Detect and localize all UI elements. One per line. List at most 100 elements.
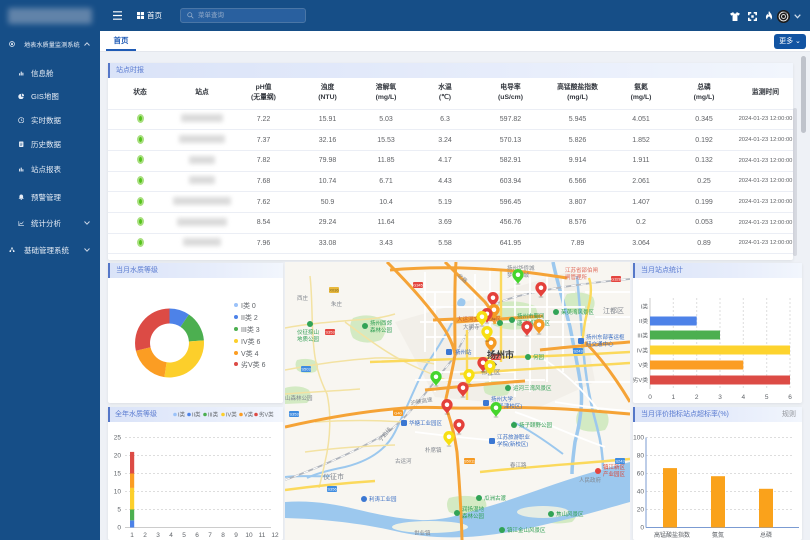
svg-text:江苏旅游职业: 江苏旅游职业 xyxy=(497,433,531,441)
svg-text:朱庄: 朱庄 xyxy=(331,300,343,308)
svg-text:10: 10 xyxy=(245,532,253,539)
svg-text:华搪工业园区: 华搪工业园区 xyxy=(409,419,443,427)
svg-text:润扬湿地: 润扬湿地 xyxy=(462,505,485,513)
svg-text:劣V类: 劣V类 xyxy=(259,411,274,419)
svg-text:运河三湾风景区: 运河三湾风景区 xyxy=(513,384,552,392)
svg-text:5: 5 xyxy=(117,507,121,514)
svg-text:6: 6 xyxy=(195,532,199,539)
svg-text:茱萸湾风景区: 茱萸湾风景区 xyxy=(561,308,595,316)
svg-text:20: 20 xyxy=(637,507,645,514)
svg-text:江苏省邵伯闸: 江苏省邵伯闸 xyxy=(565,266,598,274)
svg-text:S356: S356 xyxy=(327,487,337,492)
svg-text:11: 11 xyxy=(259,532,266,539)
svg-text:1: 1 xyxy=(671,394,675,401)
svg-text:6: 6 xyxy=(788,394,792,401)
svg-text:V类 4: V类 4 xyxy=(241,349,259,358)
svg-text:I类 0: I类 0 xyxy=(241,301,256,310)
svg-text:2: 2 xyxy=(695,394,699,401)
svg-text:0: 0 xyxy=(648,394,652,401)
svg-text:40: 40 xyxy=(637,489,645,496)
svg-text:25: 25 xyxy=(114,435,122,442)
svg-text:山森林公园: 山森林公园 xyxy=(285,394,313,402)
svg-text:10: 10 xyxy=(114,489,122,496)
svg-text:古运河: 古运河 xyxy=(395,457,412,465)
svg-text:15: 15 xyxy=(114,471,122,478)
svg-text:I类: I类 xyxy=(641,303,649,311)
svg-text:0: 0 xyxy=(117,525,121,532)
svg-text:II类: II类 xyxy=(192,411,201,419)
svg-text:产业园区: 产业园区 xyxy=(603,470,626,478)
svg-text:60: 60 xyxy=(637,471,645,478)
svg-text:X036: X036 xyxy=(329,288,339,293)
svg-text:仪征捺山: 仪征捺山 xyxy=(297,328,319,336)
svg-text:高锰酸盐指数: 高锰酸盐指数 xyxy=(654,531,690,539)
svg-text:3: 3 xyxy=(718,394,722,401)
svg-text:I类: I类 xyxy=(178,411,186,419)
svg-text:G345: G345 xyxy=(413,283,424,288)
svg-text:闸管理所: 闸管理所 xyxy=(565,273,588,281)
svg-text:大明寺: 大明寺 xyxy=(463,323,480,331)
svg-text:扬州大学: 扬州大学 xyxy=(491,395,514,403)
svg-text:IV类: IV类 xyxy=(226,411,237,419)
svg-text:100: 100 xyxy=(633,435,644,442)
svg-text:地质公园: 地质公园 xyxy=(297,335,320,343)
svg-text:4: 4 xyxy=(169,532,173,539)
svg-text:II类 2: II类 2 xyxy=(241,313,258,322)
svg-text:纽交通中心: 纽交通中心 xyxy=(586,340,614,348)
svg-text:III类: III类 xyxy=(637,332,648,340)
svg-text:V类: V类 xyxy=(638,361,648,369)
svg-text:20: 20 xyxy=(114,453,122,460)
svg-text:S243: S243 xyxy=(615,459,625,464)
svg-text:S353: S353 xyxy=(325,330,335,335)
svg-text:2: 2 xyxy=(143,532,147,539)
svg-text:80: 80 xyxy=(637,453,645,460)
svg-text:学院(新校区): 学院(新校区) xyxy=(497,440,528,448)
svg-text:IV类 6: IV类 6 xyxy=(241,337,261,346)
svg-text:森林公园: 森林公园 xyxy=(462,512,485,520)
svg-text:春江路: 春江路 xyxy=(510,461,527,469)
svg-text:扬州市蜀冈: 扬州市蜀冈 xyxy=(517,312,545,320)
svg-text:G328: G328 xyxy=(611,277,622,282)
svg-text:S243: S243 xyxy=(573,349,583,354)
svg-text:7: 7 xyxy=(208,532,212,539)
svg-text:镇江新区: 镇江新区 xyxy=(603,463,626,471)
svg-text:劣V类: 劣V类 xyxy=(633,376,648,384)
svg-text:S353: S353 xyxy=(289,412,299,417)
svg-text:氨氮: 氨氮 xyxy=(712,531,724,539)
svg-text:3: 3 xyxy=(156,532,160,539)
svg-text:S503: S503 xyxy=(301,367,311,372)
svg-text:III类: III类 xyxy=(208,411,219,419)
svg-text:1: 1 xyxy=(130,532,134,539)
svg-text:12: 12 xyxy=(271,532,279,539)
svg-text:世业镇: 世业镇 xyxy=(414,529,431,537)
svg-text:8: 8 xyxy=(221,532,225,539)
svg-text:朴席镇: 朴席镇 xyxy=(425,446,442,454)
svg-text:扬州站: 扬州站 xyxy=(455,348,472,356)
svg-text:劣V类 6: 劣V类 6 xyxy=(241,360,266,369)
svg-text:总磷: 总磷 xyxy=(760,531,772,539)
svg-text:焦山风景区: 焦山风景区 xyxy=(556,510,584,518)
svg-text:II类: II类 xyxy=(639,317,648,325)
svg-text:利涛工业园: 利涛工业园 xyxy=(369,495,397,503)
svg-text:V类: V类 xyxy=(244,411,254,419)
svg-text:人民政府: 人民政府 xyxy=(579,476,602,484)
svg-text:IV类: IV类 xyxy=(637,347,648,355)
svg-text:西庄: 西庄 xyxy=(297,294,309,302)
svg-text:5: 5 xyxy=(182,532,186,539)
svg-text:S5011: S5011 xyxy=(464,459,476,464)
svg-text:4: 4 xyxy=(741,394,745,401)
svg-text:何园: 何园 xyxy=(533,353,545,361)
svg-text:扬子颐野公园: 扬子颐野公园 xyxy=(519,421,553,429)
svg-text:5: 5 xyxy=(765,394,769,401)
svg-text:0: 0 xyxy=(640,525,644,532)
svg-text:9: 9 xyxy=(234,532,238,539)
svg-text:扬州西郊: 扬州西郊 xyxy=(370,319,393,327)
svg-text:G40: G40 xyxy=(394,411,402,416)
svg-text:仪征市: 仪征市 xyxy=(323,472,344,481)
svg-text:瓜洲古渡: 瓜洲古渡 xyxy=(484,494,507,502)
svg-text:森林公园: 森林公园 xyxy=(370,326,393,334)
svg-text:III类 3: III类 3 xyxy=(241,325,260,334)
svg-text:江都区: 江都区 xyxy=(603,307,624,315)
svg-text:镇江金山风景区: 镇江金山风景区 xyxy=(507,526,546,534)
svg-text:扬州东部客运枢: 扬州东部客运枢 xyxy=(586,333,625,341)
